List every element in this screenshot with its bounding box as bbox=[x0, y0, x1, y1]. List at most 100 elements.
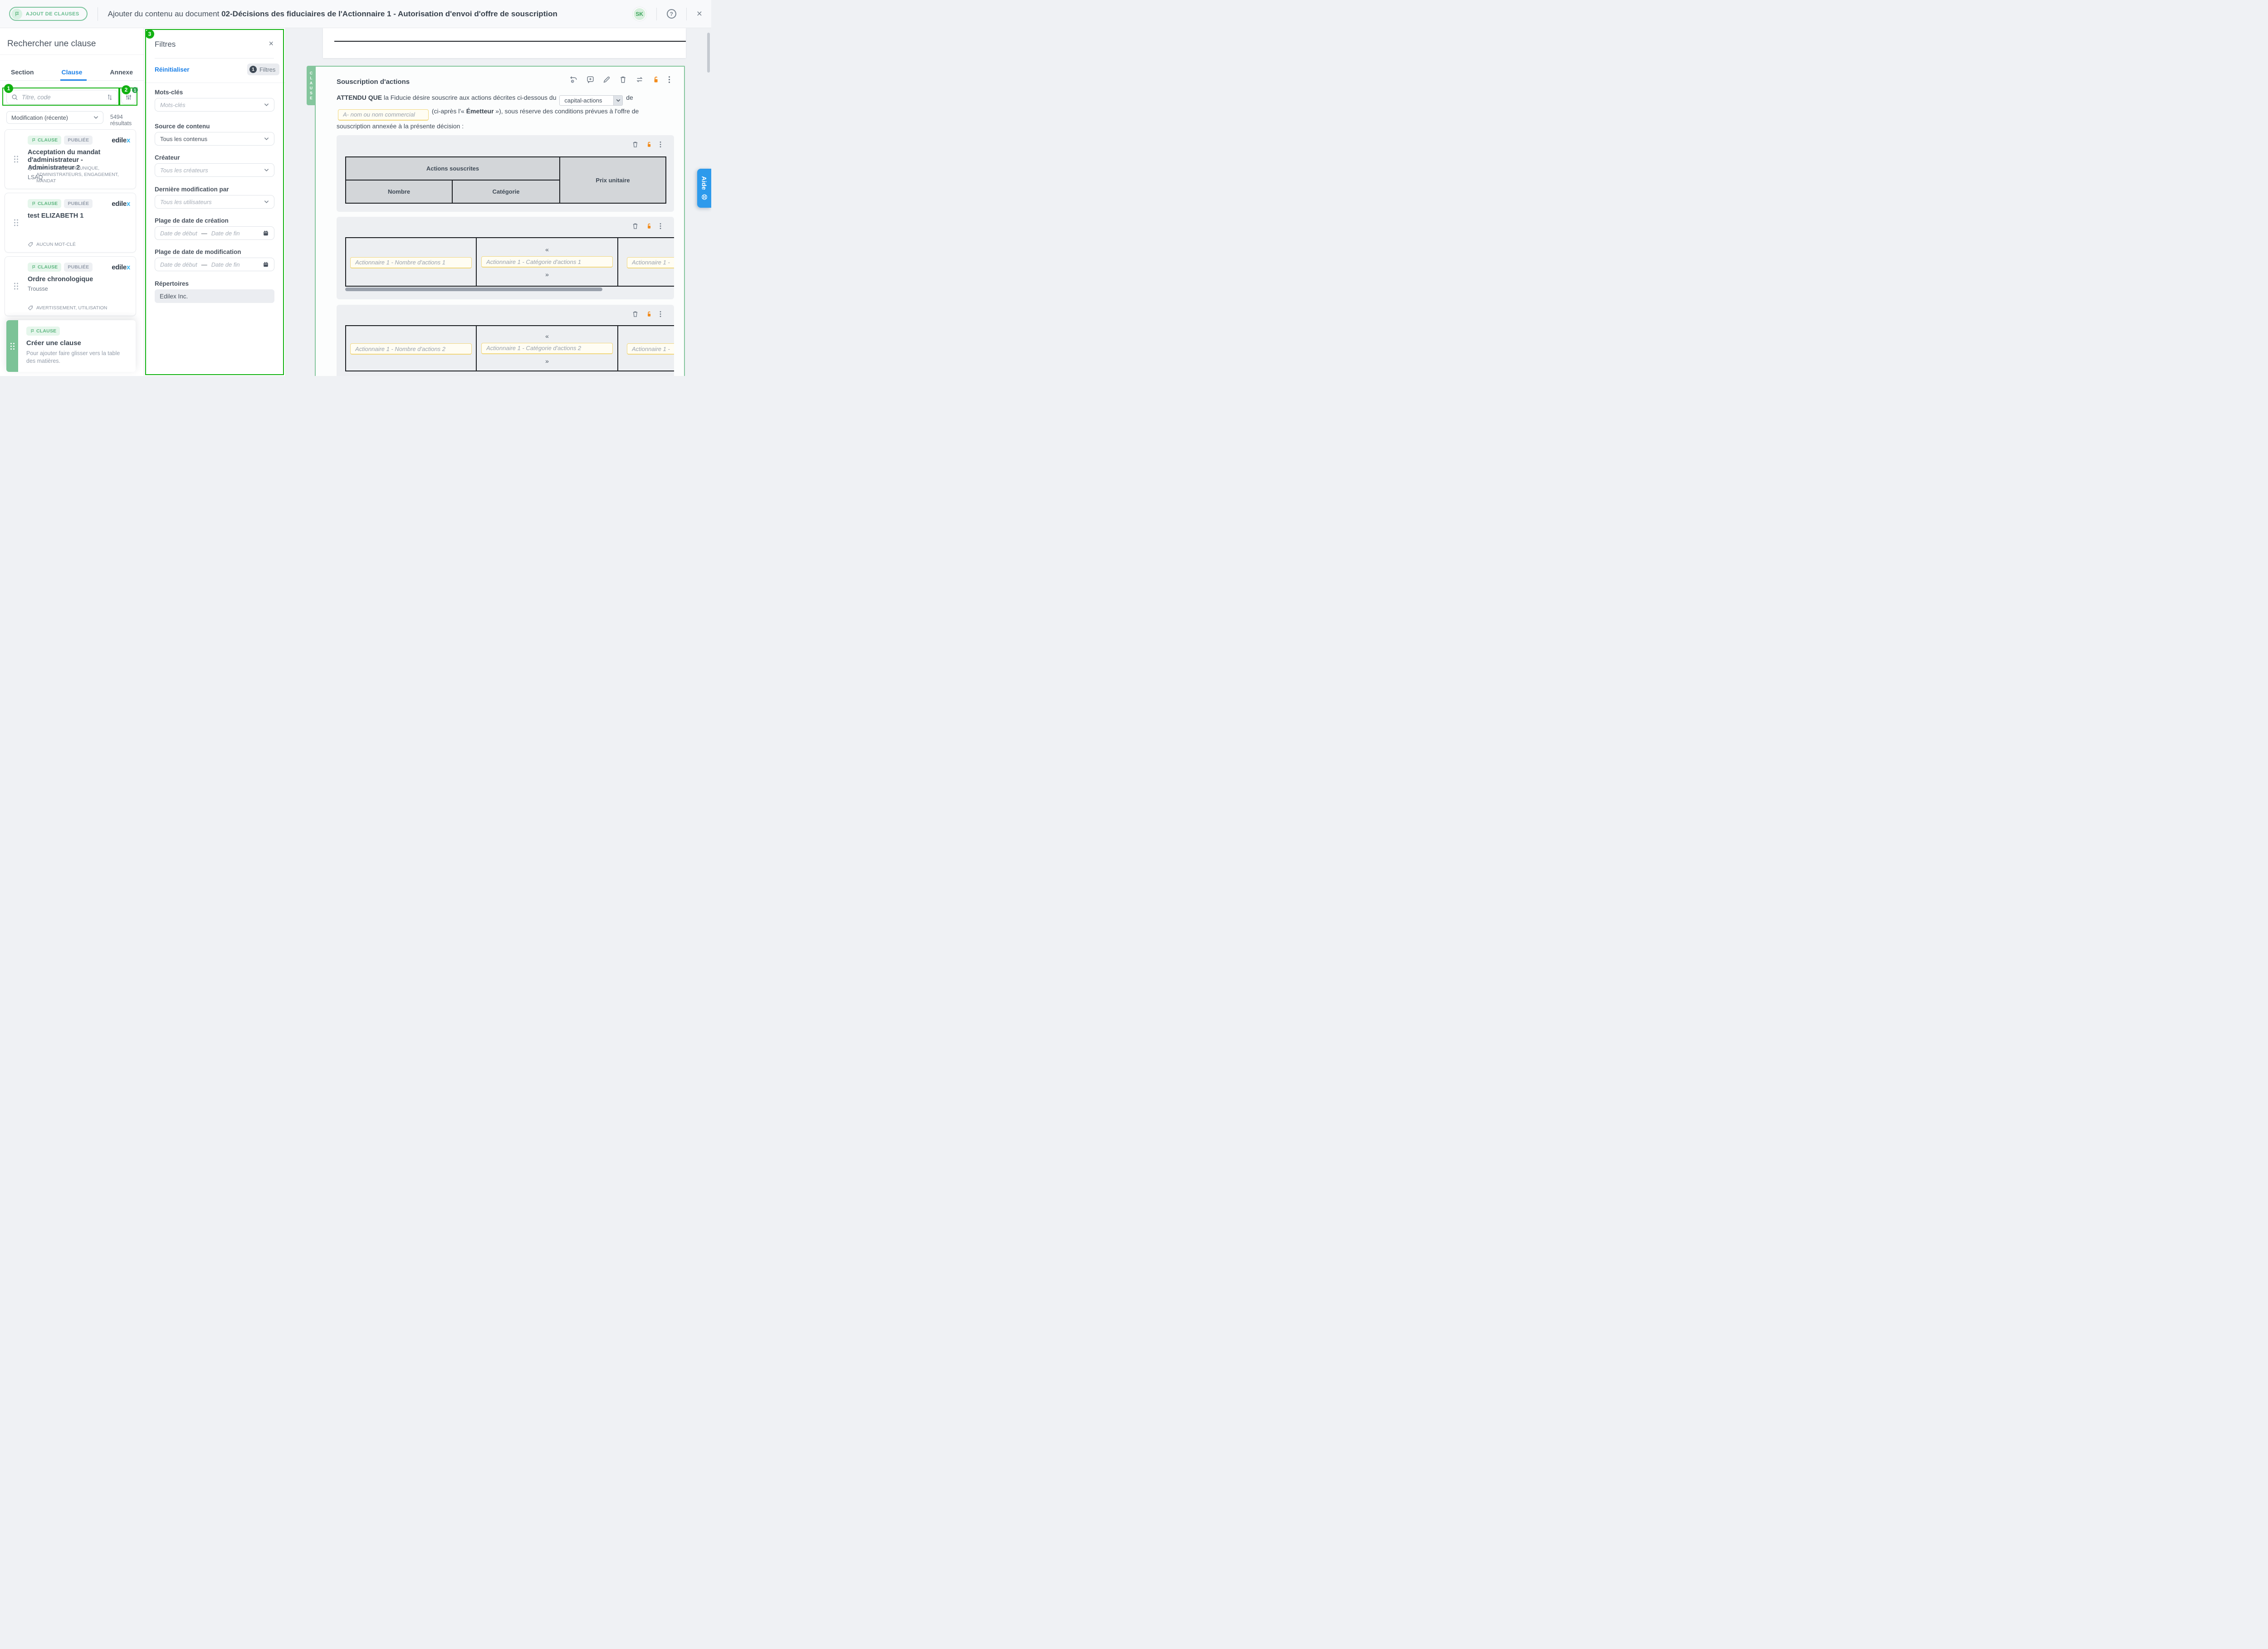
guillemet-open: « bbox=[545, 246, 549, 253]
keywords-select[interactable]: Mots-clés bbox=[155, 98, 274, 112]
edilex-logo: edilex bbox=[112, 263, 130, 271]
clause-side-tab: CLAUSE bbox=[307, 66, 316, 105]
table-header-block: Actions souscrites Prix unitaire Nombre … bbox=[337, 135, 674, 212]
content-source-select[interactable]: Tous les contenus bbox=[155, 132, 274, 146]
swap-clause-icon[interactable] bbox=[635, 76, 644, 83]
help-icon[interactable]: ? bbox=[667, 9, 676, 19]
delete-trash-icon[interactable] bbox=[619, 76, 627, 83]
tab-section[interactable]: Section bbox=[11, 68, 34, 76]
shares-price-input[interactable] bbox=[627, 257, 674, 268]
modified-by-select[interactable]: Tous les utilisateurs bbox=[155, 195, 274, 209]
search-input[interactable] bbox=[22, 94, 103, 101]
create-clause-card[interactable]: CLAUSE Créer une clause Pour ajouter fai… bbox=[6, 320, 136, 372]
keywords-label: Mots-clés bbox=[155, 89, 183, 96]
tag-icon bbox=[28, 242, 33, 247]
create-clause-title: Créer une clause bbox=[26, 339, 129, 347]
topbar-separator bbox=[656, 8, 657, 20]
document-editor: CLAUSE Souscription d'actions ATTENDU QU… bbox=[286, 28, 711, 376]
table-header-group: Actions souscrites bbox=[346, 157, 560, 180]
drag-handle-icon[interactable] bbox=[14, 220, 18, 226]
more-options-icon[interactable] bbox=[660, 141, 661, 148]
edilex-logo: edilex bbox=[112, 137, 130, 144]
lock-icon[interactable] bbox=[646, 311, 652, 317]
creation-date-range-field[interactable]: Date de début — Date de fin bbox=[155, 226, 274, 240]
drag-handle-icon[interactable] bbox=[14, 156, 18, 163]
clause-card[interactable]: CLAUSE PUBLIÉE edilex Acceptation du man… bbox=[5, 129, 136, 189]
document-page-fragment bbox=[323, 28, 686, 58]
status-badge: PUBLIÉE bbox=[64, 136, 93, 145]
guillemet-close: » bbox=[545, 271, 549, 278]
modification-date-range-label: Plage de date de modification bbox=[155, 249, 241, 255]
lock-icon[interactable] bbox=[652, 76, 660, 83]
clause-card[interactable]: CLAUSE PUBLIÉE edilex test ELIZABETH 1 A… bbox=[5, 193, 136, 253]
reset-filters-link[interactable]: Réinitialiser bbox=[155, 66, 190, 73]
more-options-icon[interactable] bbox=[660, 223, 661, 229]
create-clause-drag-strip[interactable] bbox=[6, 320, 18, 372]
help-tab[interactable]: Aide bbox=[697, 169, 711, 208]
edit-pencil-icon[interactable] bbox=[603, 76, 611, 83]
clause-type-badge: CLAUSE bbox=[28, 263, 61, 272]
lock-icon[interactable] bbox=[646, 141, 652, 148]
clause-flag-icon bbox=[30, 329, 34, 333]
creator-select[interactable]: Tous les créateurs bbox=[155, 163, 274, 177]
close-filters-icon[interactable]: × bbox=[269, 39, 274, 48]
guillemet-close: » bbox=[545, 357, 549, 365]
sort-order-select[interactable]: Modification (récente) bbox=[6, 111, 103, 124]
table-header-price: Prix unitaire bbox=[560, 157, 666, 203]
filters-panel: 3 Filtres × Réinitialiser 1 Filtres Mots… bbox=[144, 28, 286, 376]
subscribed-shares-table: Actions souscrites Prix unitaire Nombre … bbox=[345, 156, 666, 204]
lifebuoy-icon bbox=[701, 194, 708, 200]
add-comment-icon[interactable] bbox=[587, 76, 594, 83]
add-clauses-button[interactable]: AJOUT DE CLAUSES bbox=[9, 7, 88, 21]
sort-handles-icon bbox=[107, 94, 113, 101]
clause-type-badge: CLAUSE bbox=[28, 136, 61, 145]
clause-flag-icon bbox=[31, 138, 36, 142]
shares-row-table: « » bbox=[345, 325, 674, 371]
help-tab-label: Aide bbox=[701, 176, 708, 190]
clause-paragraph: ATTENDU QUE la Fiducie désire souscrire … bbox=[337, 92, 672, 132]
delete-trash-icon[interactable] bbox=[632, 141, 639, 148]
table-row-block: « » bbox=[337, 217, 674, 299]
active-tab-indicator bbox=[60, 79, 87, 81]
clause-search-sidebar: Rechercher une clause Section Clause Ann… bbox=[0, 28, 144, 376]
delete-trash-icon[interactable] bbox=[632, 311, 639, 317]
clause-type-badge: CLAUSE bbox=[28, 199, 61, 208]
directories-value: Edilex Inc. bbox=[155, 289, 274, 303]
tag-icon bbox=[28, 305, 33, 311]
filters-title: Filtres bbox=[155, 40, 176, 49]
drag-handle-icon bbox=[10, 343, 15, 350]
lock-icon[interactable] bbox=[646, 223, 652, 229]
avatar[interactable]: SK bbox=[633, 7, 646, 21]
update-clause-icon[interactable] bbox=[569, 76, 578, 83]
clause-flag-icon bbox=[11, 9, 22, 20]
creation-date-range-label: Plage de date de création bbox=[155, 217, 229, 224]
more-options-icon[interactable] bbox=[668, 76, 670, 83]
clause-card[interactable]: CLAUSE PUBLIÉE edilex Ordre chronologiqu… bbox=[5, 256, 136, 316]
issuer-name-input[interactable] bbox=[338, 109, 429, 121]
clause-type-badge: CLAUSE bbox=[26, 327, 60, 336]
modification-date-range-field[interactable]: Date de début — Date de fin bbox=[155, 258, 274, 271]
capital-actions-select[interactable]: capital-actions bbox=[559, 95, 623, 106]
chevron-down-icon bbox=[264, 200, 269, 204]
shares-category-input[interactable] bbox=[481, 343, 613, 354]
shares-number-input[interactable] bbox=[350, 257, 472, 268]
annotation-circle-1: 1 bbox=[4, 84, 13, 93]
clause-card-title: Ordre chronologique bbox=[28, 276, 130, 283]
delete-trash-icon[interactable] bbox=[632, 223, 639, 229]
shares-category-input[interactable] bbox=[481, 256, 613, 268]
horizontal-scrollbar[interactable] bbox=[345, 288, 602, 291]
shares-number-input[interactable] bbox=[350, 343, 472, 355]
close-icon[interactable]: × bbox=[697, 9, 702, 19]
document-name: 02-Décisions des fiduciaires de l'Action… bbox=[221, 10, 557, 18]
drag-handle-icon[interactable] bbox=[14, 283, 18, 290]
shares-price-input[interactable] bbox=[627, 343, 674, 355]
calendar-icon bbox=[263, 261, 269, 268]
clause-content-block: CLAUSE Souscription d'actions ATTENDU QU… bbox=[315, 66, 685, 376]
divider bbox=[155, 58, 274, 59]
chevron-down-icon bbox=[93, 116, 98, 119]
vertical-scrollbar[interactable] bbox=[707, 33, 710, 73]
tab-clause[interactable]: Clause bbox=[62, 68, 83, 76]
chevron-down-icon bbox=[613, 95, 622, 106]
tab-annexe[interactable]: Annexe bbox=[110, 68, 133, 76]
more-options-icon[interactable] bbox=[660, 311, 661, 317]
